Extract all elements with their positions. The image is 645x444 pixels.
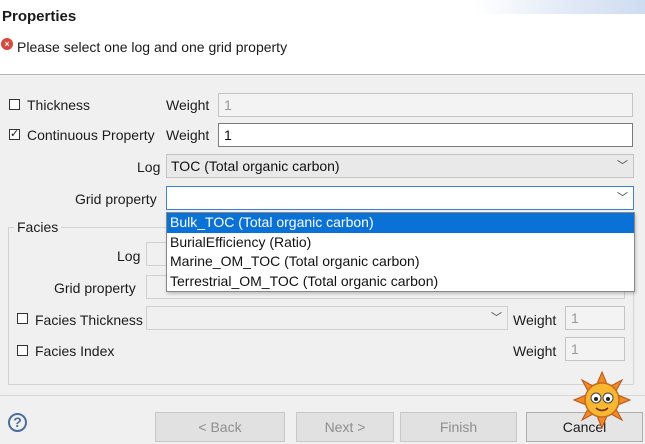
error-icon: × [1,38,13,50]
dropdown-option[interactable]: BurialEfficiency (Ratio) [167,233,634,253]
facies-index-checkbox[interactable] [17,345,28,356]
dropdown-option[interactable]: Bulk_TOC (Total organic carbon) [167,213,634,233]
thickness-weight-input[interactable]: 1 [218,93,633,117]
log-select-value: TOC (Total organic carbon) [171,158,340,174]
facies-group-label: Facies [14,219,62,235]
continuous-property-checkbox[interactable]: ✓ [9,129,20,140]
grid-property-dropdown: Bulk_TOC (Total organic carbon) BurialEf… [166,212,635,292]
dropdown-option[interactable]: Terrestrial_OM_TOC (Total organic carbon… [167,272,634,292]
facies-grid-property-label: Grid property [54,280,136,296]
continuous-property-label: Continuous Property [27,127,155,143]
chevron-down-icon: ﹀ [617,160,628,172]
continuous-weight-label: Weight [166,127,210,143]
grid-property-select[interactable]: ﹀ [166,186,634,210]
facies-index-weight-input[interactable]: 1 [565,337,625,361]
dropdown-option[interactable]: Marine_OM_TOC (Total organic carbon) [167,252,634,272]
help-icon[interactable]: ? [8,413,27,432]
chevron-down-icon: ﹀ [617,192,628,204]
header-decoration [475,0,645,14]
facies-thickness-weight-input[interactable]: 1 [565,306,625,330]
dialog-title: Properties [2,8,77,25]
facies-thickness-checkbox[interactable] [17,313,28,324]
facies-index-label: Facies Index [35,343,115,359]
facies-thickness-label: Facies Thickness [35,312,143,328]
thickness-checkbox[interactable] [9,99,20,110]
continuous-weight-input[interactable]: 1 [218,123,633,147]
thickness-weight-label: Weight [166,97,210,113]
chevron-down-icon: ﹀ [491,312,502,324]
facies-thickness-select[interactable]: ﹀ [146,306,508,330]
log-select[interactable]: TOC (Total organic carbon) ﹀ [166,154,634,178]
next-button[interactable]: Next > [296,412,394,442]
log-label: Log [137,159,161,175]
back-button[interactable]: < Back [155,412,285,442]
sun-mascot-icon [572,370,632,430]
grid-property-label: Grid property [75,191,157,207]
finish-button[interactable]: Finish [400,412,517,442]
facies-thickness-weight-label: Weight [513,312,557,328]
facies-index-weight-label: Weight [513,343,557,359]
error-message: Please select one log and one grid prope… [17,39,288,55]
facies-log-label: Log [117,248,141,264]
thickness-label: Thickness [27,97,91,113]
